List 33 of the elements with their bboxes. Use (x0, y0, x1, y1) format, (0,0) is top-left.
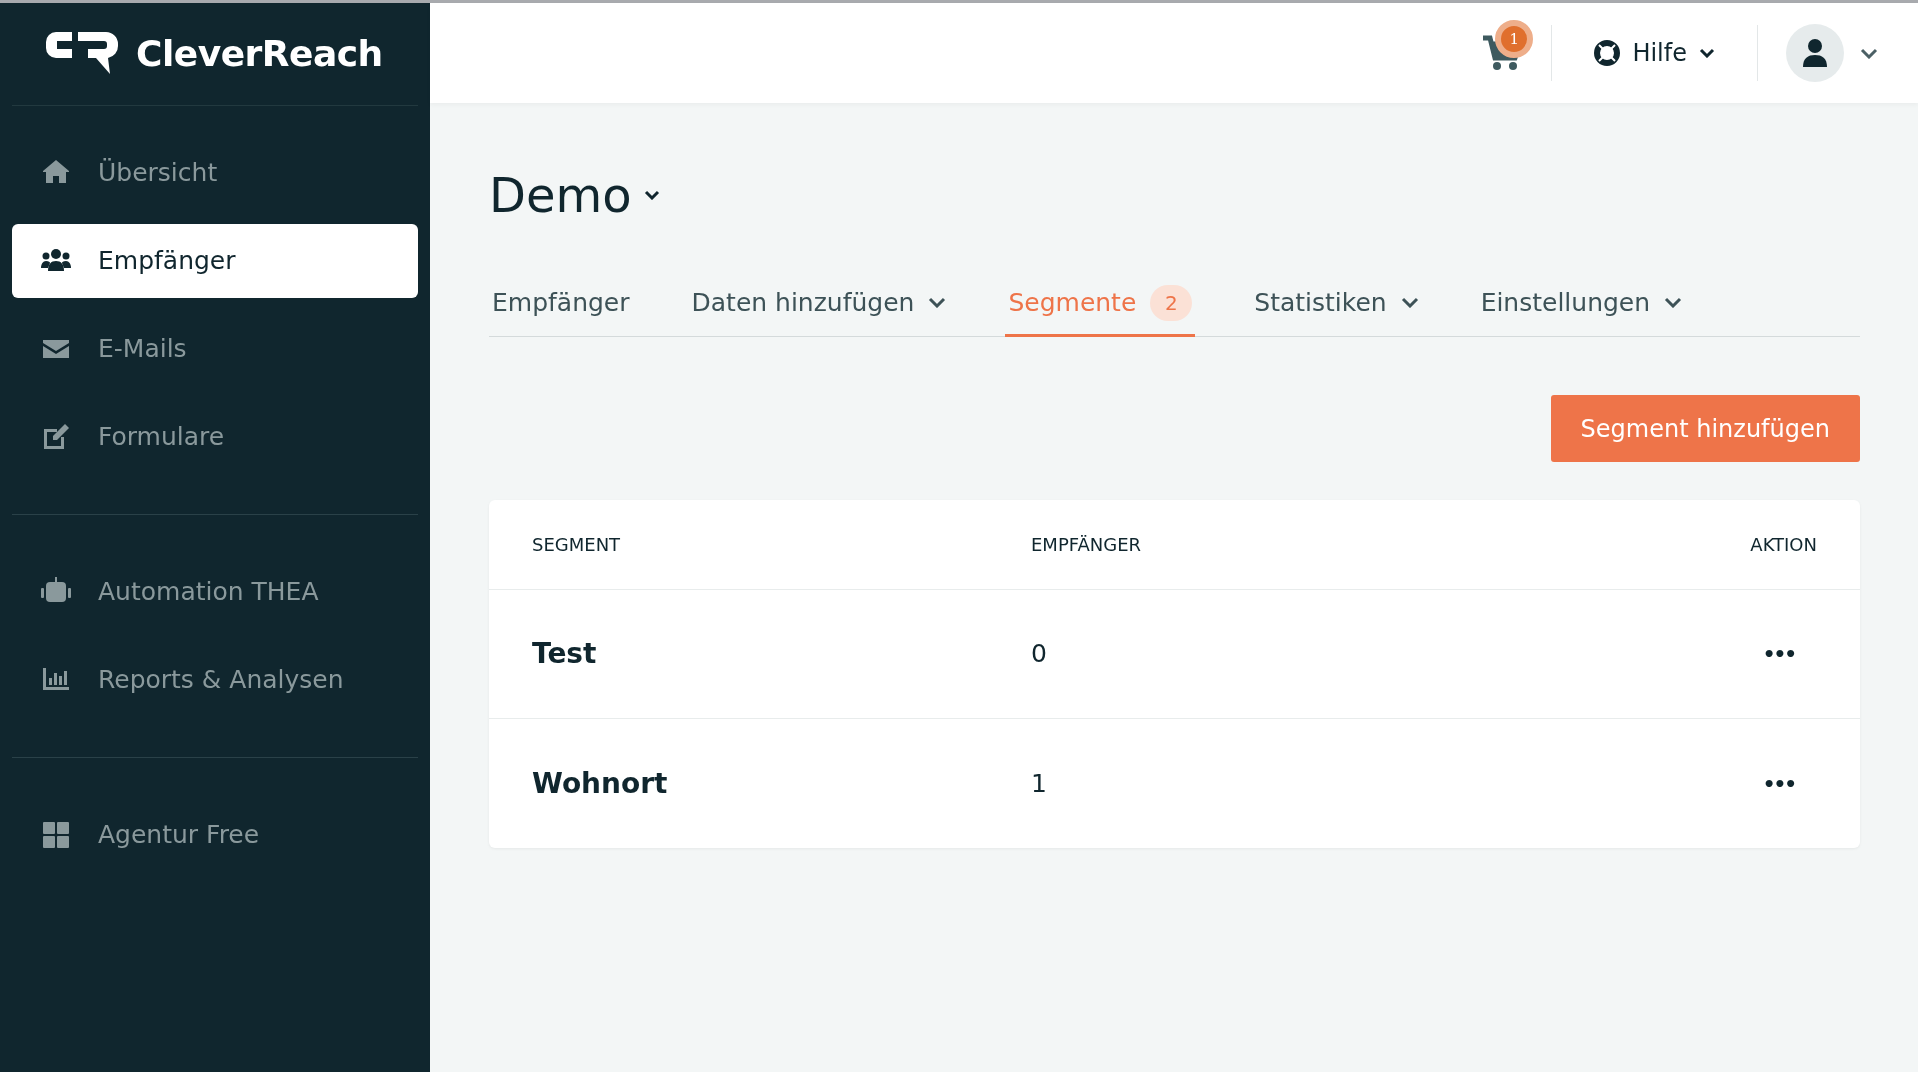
chevron-down-icon (1699, 48, 1715, 58)
sidebar-item[interactable]: Empfänger (12, 224, 418, 298)
segment-name[interactable]: Test (532, 633, 1031, 675)
chevron-down-icon[interactable] (643, 190, 660, 200)
sidebar-item[interactable]: Automation THEA (12, 555, 418, 629)
chevron-down-icon (1664, 297, 1683, 308)
chevron-down-icon (928, 297, 947, 308)
more-actions-button[interactable]: ••• (1762, 768, 1795, 799)
column-header: AKTION (1750, 533, 1817, 557)
chevron-down-icon[interactable] (1860, 47, 1878, 59)
lifebuoy-icon (1594, 40, 1621, 66)
page-title: Demo (489, 171, 632, 219)
more-actions-button[interactable]: ••• (1762, 639, 1795, 669)
count-badge: 2 (1150, 284, 1193, 321)
sidebar-item[interactable]: Reports & Analysen (12, 643, 418, 717)
help-menu-button[interactable]: Hilfe (1594, 35, 1715, 71)
grid-icon (40, 819, 72, 851)
recipient-count: 0 (1031, 638, 1048, 671)
sidebar-item[interactable]: Agentur Free (12, 798, 418, 872)
sidebar-item[interactable]: Übersicht (12, 136, 418, 210)
tab[interactable]: Statistiken (1251, 271, 1422, 337)
recipient-count: 1 (1031, 767, 1048, 800)
sidebar-item[interactable]: Formulare (12, 400, 418, 474)
tab[interactable]: Daten hinzufügen (688, 271, 950, 337)
segment-name[interactable]: Wohnort (532, 762, 1031, 805)
logo-text: CleverReach (136, 32, 383, 76)
person-icon (1802, 38, 1828, 68)
tab[interactable]: Empfänger (489, 271, 633, 337)
column-header: EMPFÄNGER (1031, 533, 1143, 557)
sidebar-item[interactable]: E-Mails (12, 312, 418, 386)
tab[interactable]: Einstellungen (1477, 271, 1686, 337)
chevron-down-icon (1400, 297, 1419, 308)
column-header: SEGMENT (532, 533, 622, 557)
